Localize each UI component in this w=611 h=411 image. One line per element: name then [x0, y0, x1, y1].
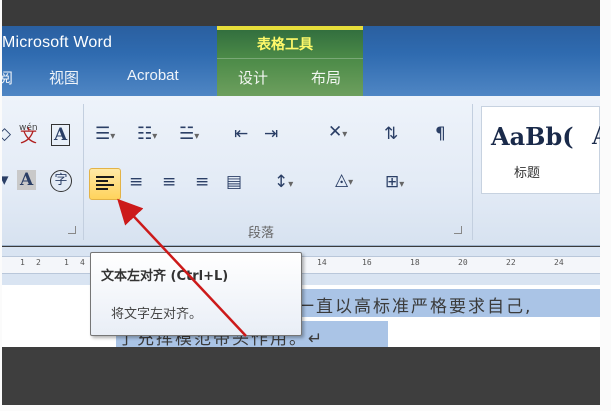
ruler-tick: 24 — [554, 258, 564, 267]
align-left-icon — [96, 176, 114, 192]
style-preview-next[interactable]: A — [592, 122, 600, 150]
multilevel-list-icon[interactable]: ☱▾ — [179, 124, 199, 147]
paragraph-dialog-launcher-icon[interactable] — [454, 226, 462, 234]
chinese-layout-icon[interactable]: ✕▾ — [328, 122, 347, 145]
enclose-characters-icon[interactable]: 字 — [50, 170, 72, 192]
group-separator — [83, 104, 84, 240]
ruler-tick: 16 — [362, 258, 372, 267]
align-left-button[interactable] — [89, 168, 121, 200]
phonetic-guide-icon[interactable]: 文 — [20, 127, 37, 147]
tab-layout[interactable]: 布局 — [311, 67, 341, 88]
screenshot-frame: Microsoft Word 表格工具 阅 视图 Acrobat 设计 布局 ◇… — [0, 0, 611, 411]
character-border-icon[interactable]: A — [51, 124, 71, 146]
font-color-icon[interactable]: ◇ — [2, 124, 11, 144]
tab-design[interactable]: 设计 — [238, 67, 268, 88]
distributed-icon[interactable]: ▤ — [226, 172, 242, 192]
style-preview-title[interactable]: AaBb( — [491, 122, 574, 151]
line-spacing-icon[interactable]: ↕▾ — [274, 172, 293, 195]
dark-overlay-bottom — [2, 347, 600, 405]
shading-icon[interactable]: ◬▾ — [335, 170, 353, 193]
font-dialog-launcher-icon[interactable] — [68, 226, 76, 234]
increase-indent-icon[interactable]: ⇥ — [264, 124, 278, 144]
ruler-tick: 22 — [506, 258, 516, 267]
sort-icon[interactable]: ⇅ — [384, 124, 398, 144]
tab-review[interactable]: 阅 — [2, 67, 13, 88]
paragraph-group-label: 段落 — [248, 226, 275, 241]
table-tools-label: 表格工具 — [257, 37, 313, 53]
show-formatting-icon[interactable]: ¶ — [435, 124, 446, 144]
decrease-indent-icon[interactable]: ⇤ — [234, 124, 248, 144]
tooltip-body: 将文字左对齐。 — [111, 307, 203, 322]
document-line-1[interactable]: 一直以高标准严格要求自己, — [297, 292, 532, 317]
center-icon[interactable]: ≡ — [129, 172, 143, 192]
window-title: Microsoft Word — [2, 34, 113, 51]
bullets-icon[interactable]: ☰▾ — [95, 124, 115, 147]
borders-icon[interactable]: ⊞▾ — [385, 172, 404, 195]
ruler-tick: 1 — [64, 258, 69, 267]
ruler-tick: 18 — [410, 258, 420, 267]
align-right-icon[interactable]: ≡ — [162, 172, 176, 192]
table-tools-divider — [217, 58, 363, 59]
tooltip-title: 文本左对齐 (Ctrl+L) — [101, 269, 229, 284]
style-name-label: 标题 — [514, 166, 541, 181]
word-window: Microsoft Word 表格工具 阅 视图 Acrobat 设计 布局 ◇… — [2, 0, 600, 405]
justify-icon[interactable]: ≡ — [195, 172, 209, 192]
tab-acrobat[interactable]: Acrobat — [127, 67, 179, 84]
numbering-icon[interactable]: ☷▾ — [137, 124, 157, 147]
ruler-tick: 14 — [317, 258, 327, 267]
character-shading-icon[interactable]: A — [17, 170, 37, 190]
tab-view[interactable]: 视图 — [49, 67, 79, 88]
ruler-tick: 1 — [20, 258, 25, 267]
ruler-tick: 2 — [36, 258, 41, 267]
ruler-tick: 4 — [80, 258, 85, 267]
ruler-tick: 20 — [458, 258, 468, 267]
table-tools-accent — [217, 26, 363, 30]
tooltip: 文本左对齐 (Ctrl+L) 将文字左对齐。 — [90, 252, 302, 336]
group-separator — [472, 104, 473, 240]
font-dropdown-arrow-icon[interactable]: ▾ — [2, 170, 9, 190]
